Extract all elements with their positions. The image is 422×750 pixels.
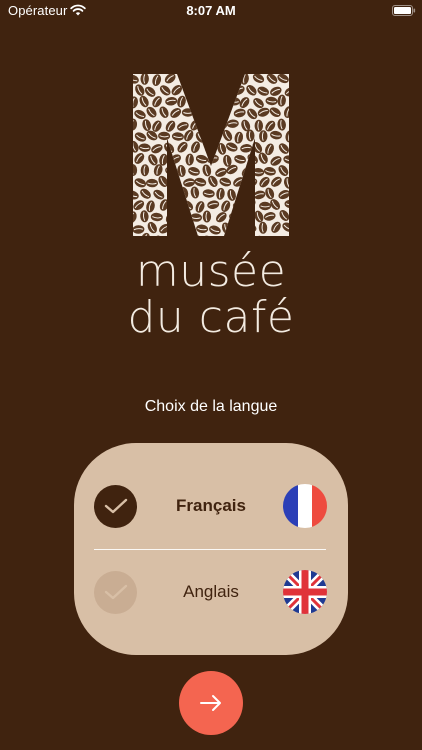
option-divider	[94, 549, 326, 550]
coffee-bean-m-logo	[133, 74, 289, 236]
status-bar: Opérateur 8:07 AM	[0, 0, 422, 22]
brand-name-line1: musée	[135, 246, 287, 297]
battery-icon	[392, 5, 416, 16]
language-prompt: Choix de la langue	[144, 398, 278, 415]
language-label-english: Anglais	[183, 582, 239, 601]
language-card: Français Anglais	[74, 443, 348, 655]
arrow-right-icon	[200, 695, 221, 711]
language-option-french[interactable]: Français	[74, 465, 348, 545]
next-button[interactable]	[179, 671, 243, 735]
language-option-english[interactable]: Anglais	[74, 551, 348, 631]
brand-name-line2: du café	[127, 292, 295, 343]
checkmark-unselected-icon[interactable]	[94, 571, 137, 614]
uk-flag-icon	[283, 570, 327, 614]
clock: 8:07 AM	[186, 3, 236, 18]
checkmark-selected-icon[interactable]	[94, 485, 137, 528]
language-label-french: Français	[176, 496, 246, 515]
france-flag-icon	[283, 484, 327, 528]
